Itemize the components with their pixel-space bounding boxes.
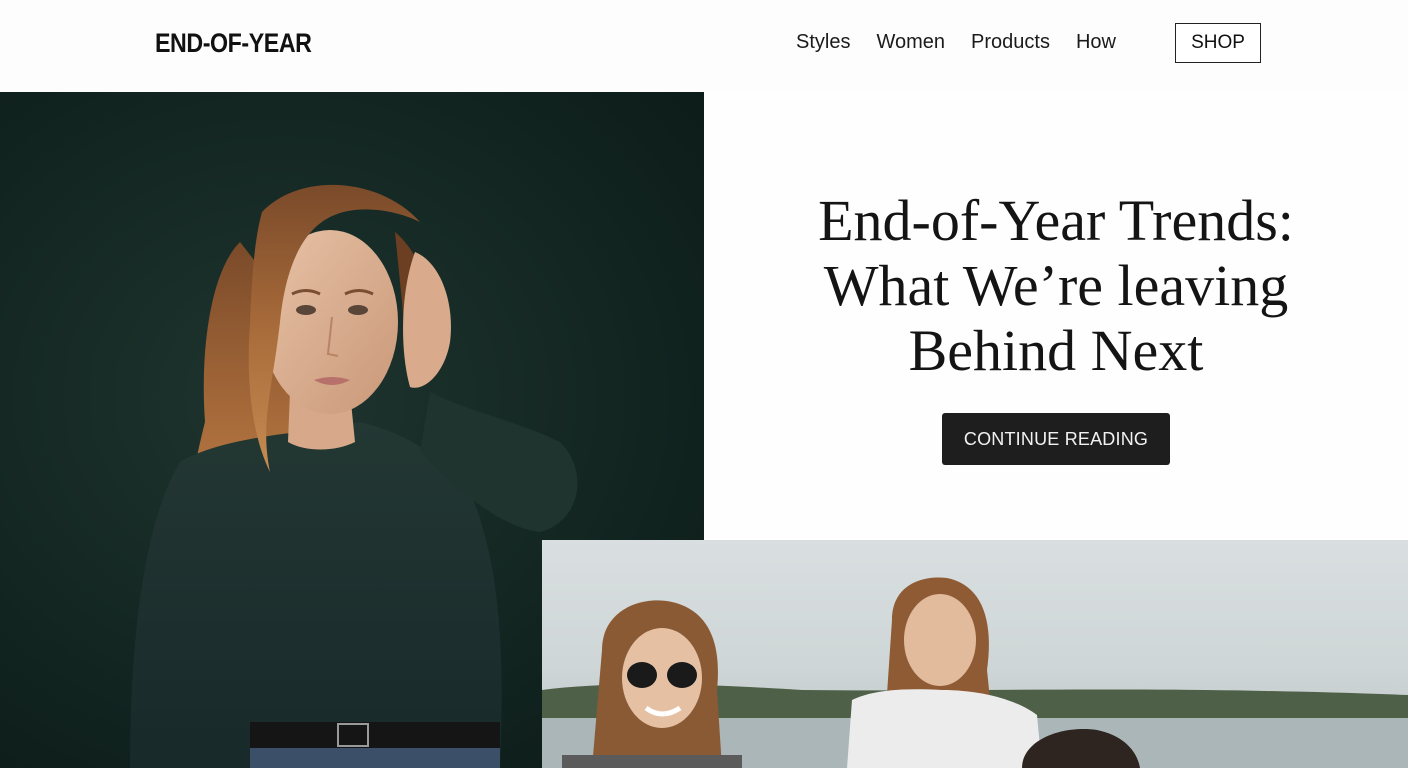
- main-nav: Styles Women Products How: [796, 31, 1142, 54]
- hero-headline-section: End-of-Year Trends: What We’re leaving B…: [704, 92, 1408, 540]
- headline-line-1: End-of-Year Trends:: [818, 188, 1294, 253]
- headline-line-3: Behind Next: [908, 318, 1204, 383]
- nav-link-styles[interactable]: Styles: [796, 31, 850, 54]
- nav-link-products[interactable]: Products: [971, 31, 1050, 54]
- lake-friends-image: [542, 540, 1408, 768]
- nav-link-women[interactable]: Women: [876, 31, 945, 54]
- site-header: END-OF-YEAR Styles Women Products How SH…: [0, 0, 1408, 92]
- hero-headline: End-of-Year Trends: What We’re leaving B…: [764, 188, 1348, 383]
- continue-reading-button[interactable]: CONTINUE READING: [942, 413, 1170, 465]
- headline-line-2: What We’re leaving: [823, 253, 1289, 318]
- shop-button[interactable]: SHOP: [1175, 23, 1261, 63]
- nav-link-how[interactable]: How: [1076, 31, 1116, 54]
- site-logo[interactable]: END-OF-YEAR: [155, 28, 312, 59]
- lake-illustration: [542, 577, 1408, 768]
